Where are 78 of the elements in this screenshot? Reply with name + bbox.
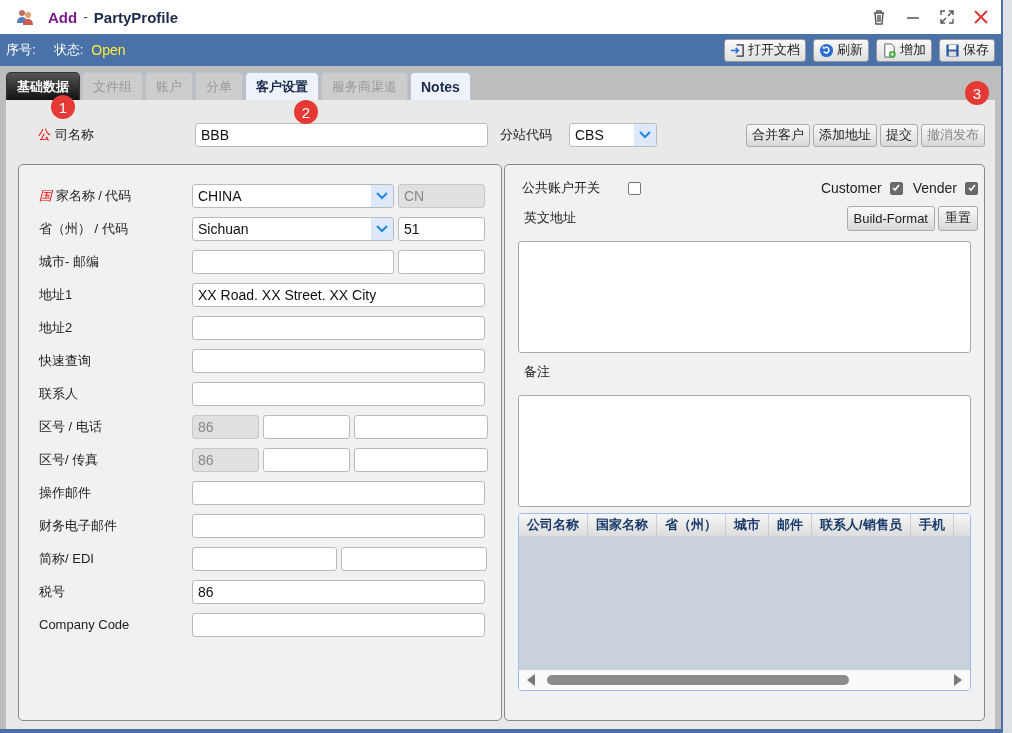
text-area[interactable] [518,241,971,353]
trash-icon[interactable] [871,9,887,25]
dropdown[interactable]: Sichuan [192,216,394,241]
field-label: 操作邮件 [38,483,92,502]
input-field[interactable] [192,480,485,505]
window-title: PartyProfile [93,8,179,26]
scroll-left-icon[interactable] [527,674,535,686]
text-area[interactable] [518,395,971,507]
tab[interactable]: 客户设置 [245,72,319,100]
input-field[interactable] [192,513,485,538]
add-button[interactable]: 增加 [876,38,932,62]
field-label: 分站代码 [500,126,553,144]
field-label: 城市- 邮编 [38,252,100,271]
input-field[interactable] [354,414,488,439]
checkbox-label: Customer [820,180,882,196]
checkbox-label: Vender [912,180,957,196]
maximize-icon[interactable] [939,9,955,25]
open-button[interactable]: 打开文档 [724,38,806,62]
field-label: 税号 [38,582,66,601]
input-field[interactable] [341,546,487,571]
input-field[interactable] [263,414,350,439]
field-label: 省（州） / 代码 [38,219,129,238]
input-field[interactable]: 86 [192,579,485,604]
new-document-icon [882,42,897,58]
input-field[interactable] [192,315,485,340]
section-label: 备注 [523,363,551,381]
status-value: Open [91,42,126,58]
input-field[interactable]: BBB [195,123,488,147]
scroll-right-icon[interactable] [954,674,962,686]
input-field[interactable]: 51 [398,216,485,241]
input-field[interactable] [192,612,485,637]
section-label: 英文地址 [524,209,576,227]
close-icon[interactable] [973,9,989,25]
caret-icon [376,191,388,200]
checkbox[interactable] [889,181,903,195]
field-label: 联系人 [38,384,79,403]
checkbox[interactable] [628,181,641,195]
number-badge: 3 [965,81,989,105]
import-icon [730,42,745,58]
refresh-icon [819,42,834,58]
action-button[interactable]: 添加地址 [813,123,877,147]
input-field[interactable] [263,447,350,472]
field-label: 国 家名称 / 代码 [38,186,133,205]
serial-label: 序号: [6,41,36,59]
field-label: 简称/ EDI [38,549,95,568]
field-label: 公 司名称 [37,126,95,144]
input-field[interactable] [192,249,394,274]
status-label: 状态: [53,41,84,59]
field-label: Company Code [38,617,131,632]
field-label: 区号/ 传真 [38,450,100,469]
tab[interactable]: 基础数据 [6,72,80,100]
checkbox-label: 公共账户开关 [522,179,600,197]
field-label: 地址1 [38,285,74,304]
checkbox[interactable] [965,181,978,195]
title-separator: - [83,9,88,25]
input-field[interactable]: XX Road. XX Street. XX City [192,282,485,307]
action-button[interactable]: 提交 [880,123,918,147]
input-field[interactable] [398,249,485,274]
caret-icon [376,224,388,233]
field-label: 快速查询 [38,351,92,370]
refresh-button[interactable]: 刷新 [813,38,869,62]
caret-icon [639,131,651,139]
input-field[interactable] [192,546,337,571]
format-button[interactable]: Build-Format [846,205,935,231]
action-button[interactable]: 合并客户 [746,123,810,147]
window-title-action: Add [48,8,78,26]
dropdown[interactable]: CBS [569,123,657,147]
dropdown[interactable]: CHINA [192,183,394,208]
field-label: 地址2 [38,318,74,337]
save-button[interactable]: 保存 [939,38,995,62]
field-label: 财务电子邮件 [38,516,118,535]
input-field[interactable] [192,348,485,373]
field-label: 区号 / 电话 [38,417,103,436]
input-field[interactable] [354,447,488,472]
tab[interactable]: Notes [410,72,471,100]
input-field[interactable] [192,381,485,406]
format-button[interactable]: 重置 [938,205,978,231]
users-icon [16,8,34,26]
